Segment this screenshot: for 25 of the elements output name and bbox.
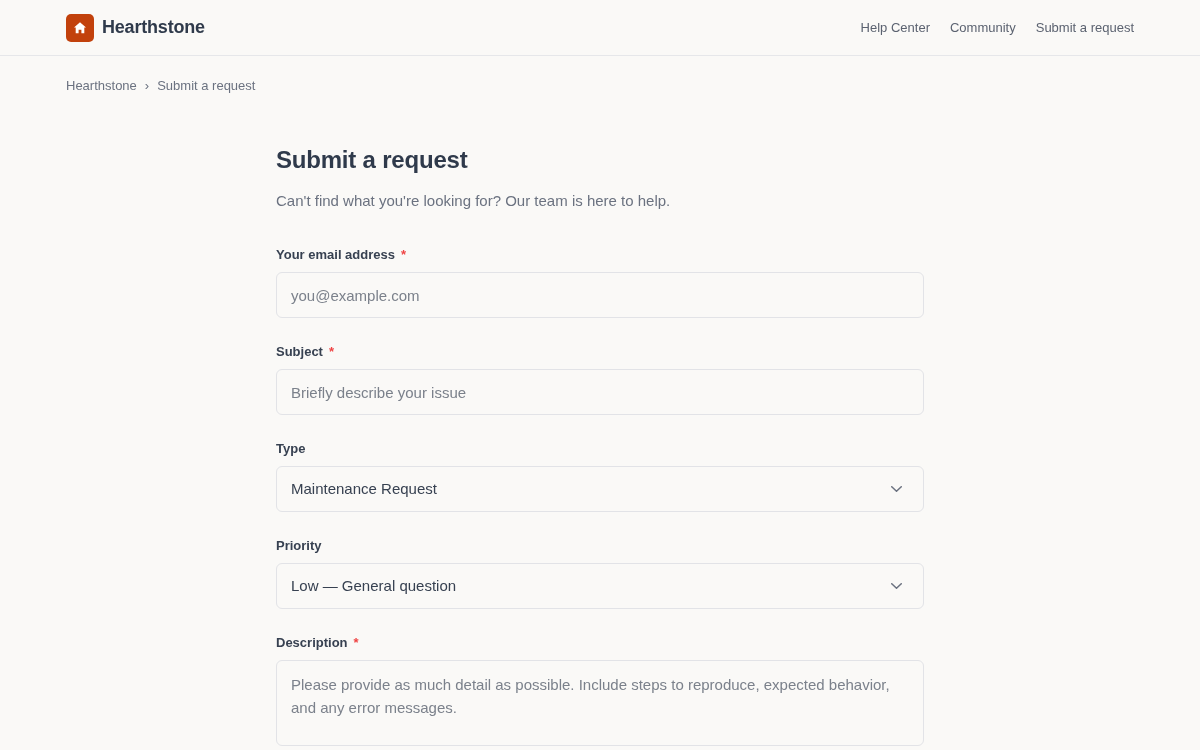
- required-asterisk: *: [353, 634, 359, 652]
- text-input[interactable]: Briefly describe your issue: [276, 369, 924, 415]
- page-subtitle: Can't find what you're looking for? Our team is here to help.: [276, 191, 672, 211]
- field-label: Type: [276, 440, 306, 458]
- required-asterisk: *: [328, 343, 335, 361]
- field-label: Subject: [276, 343, 323, 361]
- nav-link[interactable]: Community: [949, 17, 1016, 38]
- house-logo-icon: [66, 13, 94, 42]
- chevron-down-icon: [891, 486, 902, 492]
- field-label: Description: [276, 634, 348, 652]
- required-asterisk: *: [401, 246, 407, 264]
- text-input[interactable]: you@example.com: [276, 272, 924, 318]
- chevron-down-icon: [891, 583, 902, 589]
- dropdown-select[interactable]: Maintenance Request: [276, 466, 924, 512]
- breadcrumb-separator: ›: [144, 77, 150, 95]
- brand-name: Hearthstone: [102, 16, 205, 39]
- breadcrumb-link[interactable]: Submit a request: [157, 76, 256, 96]
- description-textarea[interactable]: Please provide as much detail as possible. Include steps to reproduce, expected behavior, and any error messages.: [276, 660, 924, 746]
- nav-link[interactable]: Submit a request: [1035, 17, 1134, 38]
- field-label: Your email address: [276, 246, 395, 264]
- field-label: Priority: [276, 537, 322, 555]
- dropdown-select[interactable]: Low — General question: [276, 563, 924, 609]
- nav-link[interactable]: Help Center: [860, 17, 930, 38]
- breadcrumb-link[interactable]: Hearthstone: [66, 76, 137, 96]
- page-title: Submit a request: [276, 145, 469, 175]
